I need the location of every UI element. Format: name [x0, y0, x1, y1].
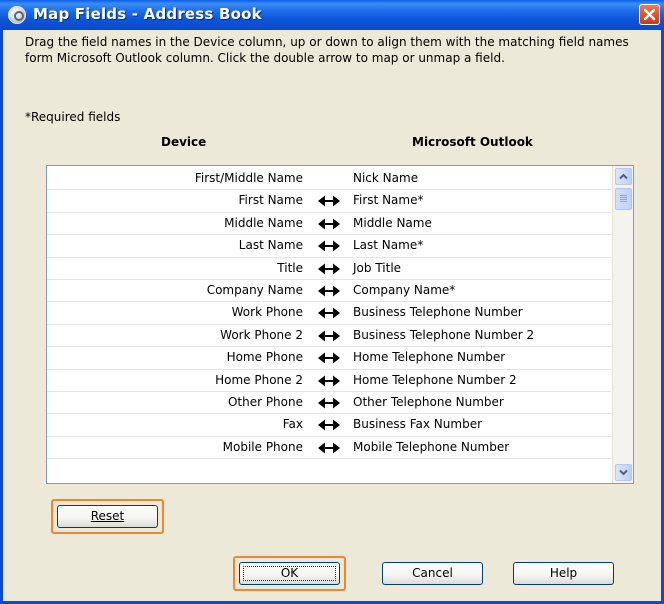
- field-mapping-list[interactable]: First/Middle Name Nick Name First Name Firs…: [46, 165, 634, 484]
- outlook-field-name: First Name*: [353, 193, 424, 208]
- title-bar[interactable]: Map Fields - Address Book: [0, 0, 664, 30]
- double-arrow-icon[interactable]: [317, 374, 341, 388]
- cancel-button[interactable]: Cancel: [382, 562, 483, 585]
- outlook-field-name: Mobile Telephone Number: [353, 439, 510, 454]
- double-arrow-icon[interactable]: [317, 262, 341, 276]
- list-item[interactable]: Last Name Last Name*: [47, 235, 611, 258]
- outlook-field-name: Nick Name: [353, 171, 419, 185]
- scroll-thumb[interactable]: [615, 188, 632, 210]
- device-field-name[interactable]: Last Name: [239, 238, 303, 252]
- reset-button-label: Reset: [90, 509, 125, 523]
- ok-button[interactable]: OK: [239, 562, 340, 585]
- device-column-header: Device: [161, 135, 207, 149]
- outlook-field-name: Other Telephone Number: [353, 394, 504, 409]
- dialog-title: Map Fields - Address Book: [33, 5, 262, 23]
- list-item[interactable]: Fax Business Fax Number: [47, 414, 611, 437]
- double-arrow-icon[interactable]: [317, 217, 341, 231]
- close-icon: [643, 8, 656, 21]
- list-item[interactable]: Other Phone Other Telephone Number: [47, 392, 611, 415]
- field-mapping-rows: First/Middle Name Nick Name First Name Firs…: [47, 168, 611, 460]
- outlook-field-name: Middle Name: [353, 215, 432, 230]
- device-field-name[interactable]: Company Name: [207, 283, 303, 297]
- list-item[interactable]: First Name First Name*: [47, 190, 611, 213]
- double-arrow-icon[interactable]: [317, 284, 341, 298]
- outlook-field-name: Home Telephone Number: [353, 350, 506, 365]
- help-button[interactable]: Help: [513, 562, 614, 585]
- outlook-field-name: Home Telephone Number 2: [353, 372, 517, 387]
- list-item[interactable]: Work Phone 2 Business Telephone Number 2: [47, 325, 611, 348]
- cancel-button-label: Cancel: [412, 566, 453, 580]
- device-field-name[interactable]: Home Phone 2: [215, 373, 303, 387]
- app-icon: [8, 6, 26, 24]
- list-item[interactable]: First/Middle Name Nick Name: [47, 168, 611, 191]
- list-item[interactable]: Work Phone Business Telephone Number: [47, 302, 611, 325]
- list-item[interactable]: Title Job Title: [47, 258, 611, 280]
- device-field-name[interactable]: Other Phone: [228, 395, 303, 409]
- close-button[interactable]: [639, 4, 660, 25]
- device-field-name[interactable]: First Name: [239, 193, 303, 207]
- device-field-name[interactable]: Fax: [283, 417, 303, 431]
- required-fields-note: *Required fields: [25, 110, 121, 124]
- device-field-name[interactable]: Work Phone 2: [220, 328, 303, 342]
- list-item[interactable]: Mobile Phone Mobile Telephone Number: [47, 437, 611, 460]
- device-field-name[interactable]: Mobile Phone: [223, 440, 303, 454]
- double-arrow-icon[interactable]: [317, 194, 341, 208]
- double-arrow-icon[interactable]: [317, 306, 341, 320]
- map-fields-dialog: Map Fields - Address Book Drag the field…: [0, 0, 664, 604]
- double-arrow-icon[interactable]: [317, 329, 341, 343]
- device-field-name[interactable]: First/Middle Name: [195, 171, 303, 185]
- chevron-down-icon: [619, 469, 628, 476]
- reset-button[interactable]: Reset: [57, 505, 158, 528]
- list-item[interactable]: Home Phone 2 Home Telephone Number 2: [47, 370, 611, 392]
- double-arrow-icon[interactable]: [317, 396, 341, 410]
- vertical-scrollbar[interactable]: [612, 166, 633, 483]
- help-button-label: Help: [549, 566, 578, 580]
- double-arrow-icon[interactable]: [317, 351, 341, 365]
- outlook-field-name: Last Name*: [353, 238, 424, 253]
- instructions-text: Drag the field names in the Device colum…: [25, 35, 629, 65]
- list-item[interactable]: Home Phone Home Telephone Number: [47, 347, 611, 370]
- outlook-field-name: Business Fax Number: [353, 417, 483, 432]
- scroll-down-button[interactable]: [615, 464, 632, 481]
- outlook-field-name: Job Title: [353, 260, 402, 275]
- list-item[interactable]: Middle Name Middle Name: [47, 213, 611, 236]
- scroll-up-button[interactable]: [615, 168, 632, 185]
- list-item[interactable]: Company Name Company Name*: [47, 280, 611, 303]
- double-arrow-icon[interactable]: [317, 441, 341, 455]
- outlook-field-name: Company Name*: [353, 282, 456, 297]
- device-field-name[interactable]: Home Phone: [227, 350, 303, 364]
- outlook-field-name: Business Telephone Number: [353, 305, 523, 320]
- device-field-name[interactable]: Title: [277, 261, 303, 275]
- double-arrow-icon[interactable]: [317, 418, 341, 432]
- device-field-name[interactable]: Work Phone: [232, 305, 303, 319]
- chevron-up-icon: [619, 173, 628, 180]
- device-field-name[interactable]: Middle Name: [224, 216, 303, 230]
- double-arrow-icon[interactable]: [317, 239, 341, 253]
- outlook-field-name: Business Telephone Number 2: [353, 327, 535, 342]
- focus-ring: [243, 566, 336, 581]
- outlook-column-header: Microsoft Outlook: [412, 135, 533, 149]
